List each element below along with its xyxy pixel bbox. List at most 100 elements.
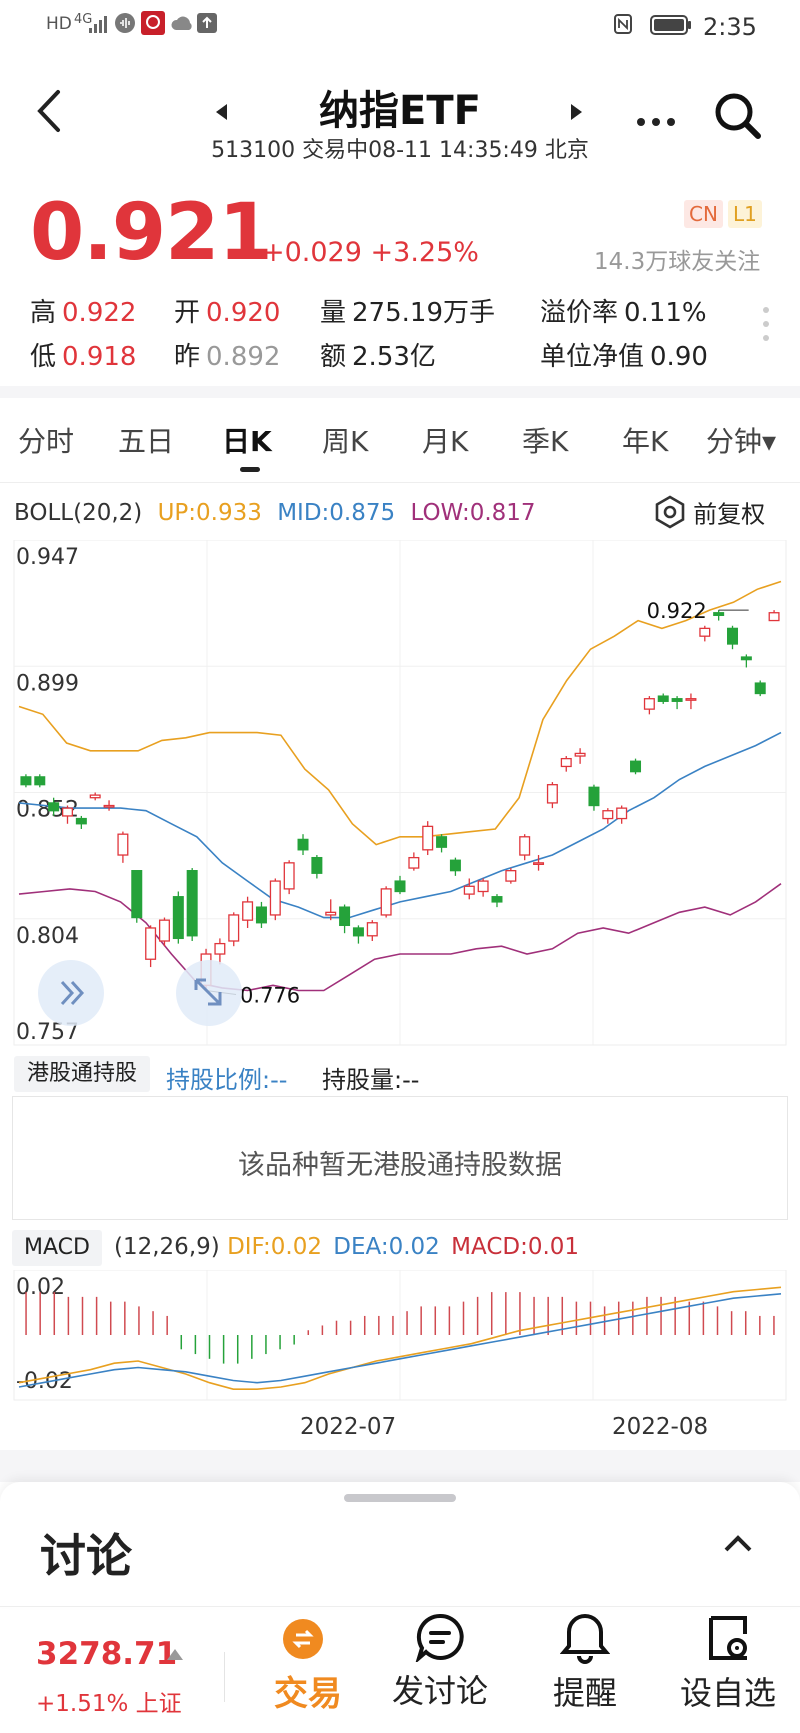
signal-icon [89,16,107,33]
candle-body [75,817,87,825]
chat-icon [415,1613,464,1664]
change-percent: +3.25% [370,237,479,268]
stat-premium: 溢价率 0.11% [540,298,707,328]
hk-connect-label: 港股通持股 [14,1056,150,1092]
price-change: +0.029 +3.25% [262,237,479,268]
expand-panel-button[interactable] [38,960,104,1026]
y-tick-label: 0.804 [16,924,79,949]
candle-body [34,776,46,786]
candle-body [727,627,739,645]
bell-icon [559,1613,611,1664]
post-discussion-button[interactable]: 发讨论 [380,1612,500,1712]
more-icon[interactable] [636,112,676,131]
candle-body [671,698,683,702]
candle-body [297,838,309,851]
macd-chart[interactable]: 0.02-0.022022-07 2022-08 [0,1270,800,1450]
hk-empty-panel: 该品种暂无港股通持股数据 [12,1096,788,1220]
adjust-button[interactable]: 前复权 [652,494,765,530]
hk-empty-message: 该品种暂无港股通持股数据 [238,1150,562,1181]
hk-hold-ratio: 持股比例:-- [166,1066,288,1094]
candle-body [713,612,725,616]
candle-body [768,612,780,622]
boll-low: LOW:0.817 [410,500,536,526]
index-value[interactable]: 3278.71 [36,1636,177,1672]
tab-intraday[interactable]: 分时 [18,420,74,460]
candle-body [408,856,420,869]
candle-body [158,919,170,942]
y-tick-label: 0.947 [16,545,79,570]
candle-body [643,698,655,710]
candle-body [394,880,406,893]
app-icon [141,11,165,35]
market-tag-cn: CN [684,200,723,228]
boll-mid: MID:0.875 [277,500,396,526]
post-label: 发讨论 [391,1672,488,1710]
remind-button[interactable]: 提醒 [530,1612,640,1714]
add-watchlist-button[interactable]: 设自选 [666,1612,790,1714]
candle-body [325,911,337,916]
macd-dea: DEA:0.02 [333,1234,440,1260]
max-label: 0.922 [647,599,707,623]
watchlist-gear-icon [709,1616,747,1660]
candle-body [588,786,600,807]
arrow-icon [194,978,222,1006]
candle-body [699,627,711,637]
macd-value: MACD:0.01 [451,1234,580,1260]
boll-label: BOLL(20,2) [14,500,143,526]
period-tabs: 分时 五日 日K 周K 月K 季K 年K 分钟▾ [0,420,800,470]
candle-body [242,901,254,921]
active-tab-indicator [240,467,260,472]
nfc-icon [614,14,632,34]
page-title: 纳指ETF [319,88,481,134]
tab-minute[interactable]: 分钟▾ [706,420,776,460]
tab-yearly-k[interactable]: 年K [622,420,668,460]
tab-daily-k[interactable]: 日K [222,420,272,460]
cloud-icon [171,16,192,30]
candle-body [186,870,198,937]
macd-dif: DIF:0.02 [227,1234,322,1260]
status-hd-icon: HD [46,14,72,34]
trade-icon [283,1619,323,1659]
stat-low: 低 0.918 [30,342,137,372]
next-stock-icon[interactable] [570,102,584,127]
trade-button[interactable]: 交易 [274,1618,342,1715]
tab-monthly-k[interactable]: 月K [422,420,468,460]
stat-open: 开 0.920 [174,298,281,328]
tab-five-day[interactable]: 五日 [118,420,174,460]
candle-body [48,802,60,812]
candle-body [754,682,766,695]
candle-body [657,695,669,702]
followers-count[interactable]: 14.3万球友关注 [594,242,760,276]
x-tick-label: 2022-07 [300,1414,396,1440]
candle-body [574,752,586,757]
stat-amount: 额 2.53亿 [320,342,436,372]
collapse-icon[interactable] [722,1532,754,1558]
draw-tool-button[interactable] [176,960,242,1026]
tab-quarterly-k[interactable]: 季K [522,420,568,460]
candle-body [352,927,364,937]
current-price: 0.921 [30,188,273,278]
expand-stats-icon[interactable] [762,306,770,350]
trade-label: 交易 [274,1674,342,1714]
candle-body [145,927,157,960]
candle-body [505,870,517,882]
candle-body [117,833,129,856]
tab-weekly-k[interactable]: 周K [322,420,368,460]
macd-params: (12,26,9) [114,1234,220,1260]
stat-volume: 量 275.19万手 [320,298,495,328]
hk-hold-qty: 持股量:-- [322,1066,420,1094]
sheet-handle[interactable] [344,1494,456,1502]
candle-body [255,906,267,924]
audio-icon [115,13,135,33]
watch-label: 设自选 [679,1674,776,1712]
candle-body [103,804,115,808]
remind-label: 提醒 [552,1674,617,1712]
divider [0,1450,800,1482]
candle-body [20,776,32,786]
clock: 2:35 [703,13,757,41]
candle-body [283,862,295,890]
kline-chart[interactable]: 0.9470.8990.8520.8040.7570.9220.776 [0,540,800,1050]
macd-label[interactable]: MACD [12,1230,102,1266]
battery-icon [650,15,691,35]
index-up-icon [166,1646,184,1665]
